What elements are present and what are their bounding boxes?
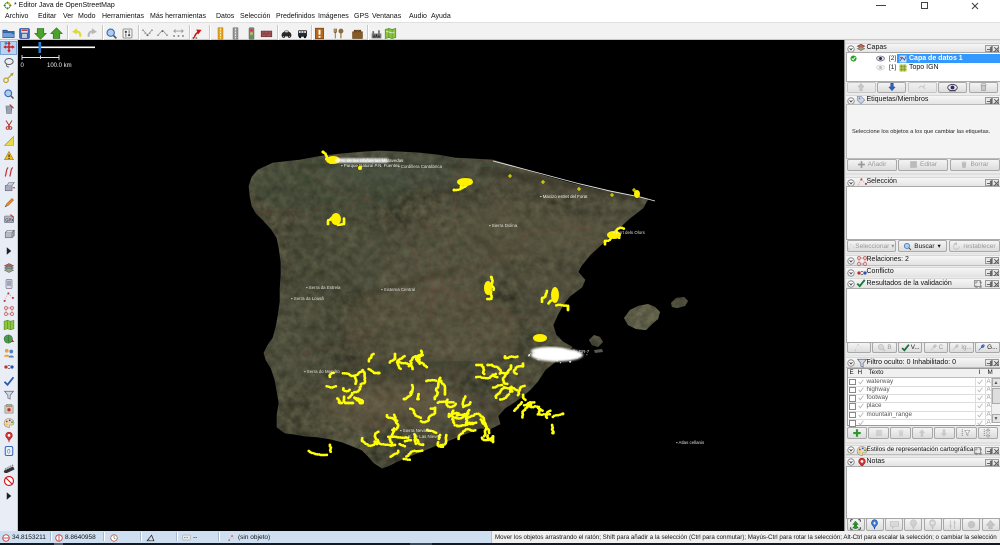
svg-text:▪ Port dels Olors: ▪ Port dels Olors [613,230,646,235]
svg-text:▪ Sierra Dolina: ▪ Sierra Dolina [489,223,518,228]
svg-text:▪ Atlas cellanis: ▪ Atlas cellanis [676,440,705,445]
svg-text:▪ Parque Natural P.N. Fuentes: ▪ Parque Natural P.N. Fuentes [341,163,400,168]
svg-text:▪ Cordillera Cantábrica: ▪ Cordillera Cantábrica [398,164,443,169]
svg-text:▪ Serra da Lousã: ▪ Serra da Lousã [291,296,324,301]
svg-text:▪ S. de Las Nieves: ▪ S. de Las Nieves [405,434,442,439]
svg-text:▪ Sierra Nevada: ▪ Sierra Nevada [400,428,431,433]
svg-text:Serra del Valle GR-7: Serra del Valle GR-7 [549,349,590,354]
svg-text:▪ Serra da Estrela: ▪ Serra da Estrela [306,285,341,290]
svg-text:▪ Serra do Mendro: ▪ Serra do Mendro [304,369,340,374]
svg-text:100.0 km: 100.0 km [47,63,72,69]
svg-text:GPX: GPX [5,217,14,222]
svg-text:▪ Macizo estret del Forat: ▪ Macizo estret del Forat [540,194,588,199]
svg-text:▪ Sistema Central: ▪ Sistema Central [381,287,415,292]
